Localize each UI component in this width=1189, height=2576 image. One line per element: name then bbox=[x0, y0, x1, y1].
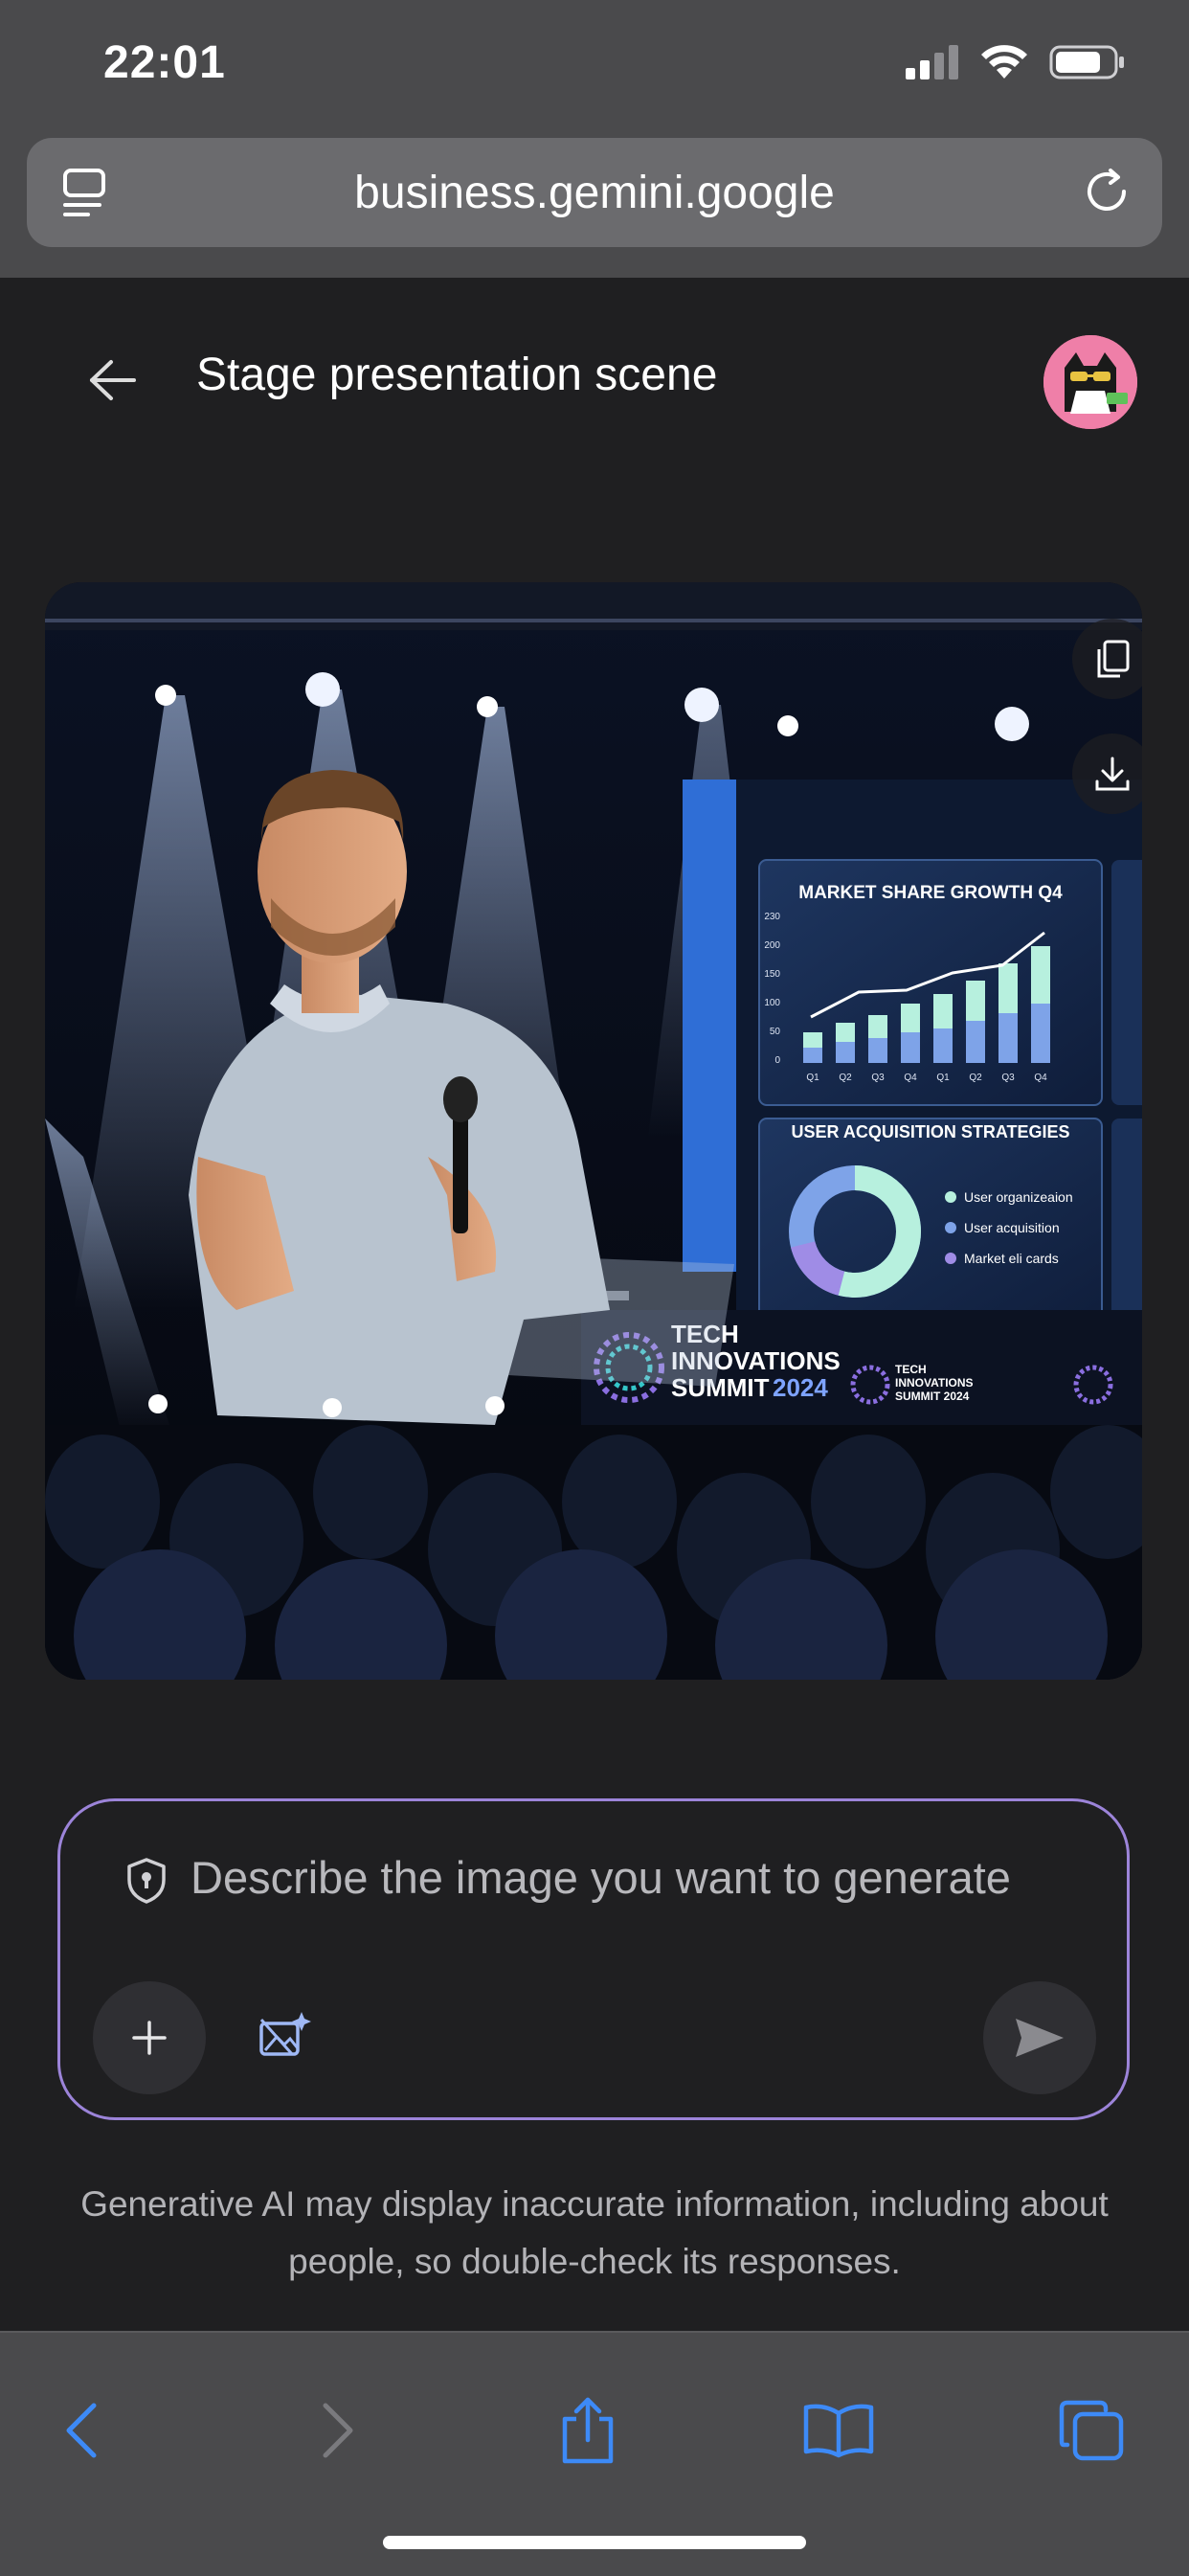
status-bar: 22:01 bbox=[0, 0, 1189, 134]
download-icon bbox=[1095, 757, 1130, 791]
chevron-left-icon bbox=[66, 2403, 97, 2458]
chart1-xtick: Q2 bbox=[839, 1073, 852, 1083]
address-bar[interactable]: business.gemini.google bbox=[27, 138, 1162, 247]
generated-image[interactable]: MARKET SHARE GROWTH Q4 230 200 150 100 5… bbox=[45, 582, 1142, 1680]
chart1-xtick: Q4 bbox=[904, 1073, 917, 1083]
chart2-title: USER ACQUISITION STRATEGIES bbox=[791, 1122, 1069, 1141]
chart1-ytick: 150 bbox=[764, 969, 780, 980]
plus-icon bbox=[132, 2021, 167, 2055]
chart1-ytick: 100 bbox=[764, 998, 780, 1008]
small-logo-line1: TECH bbox=[895, 1363, 927, 1376]
chart1-xtick: Q3 bbox=[871, 1073, 885, 1083]
battery-icon bbox=[1049, 45, 1124, 79]
chart1-xtick: Q1 bbox=[806, 1073, 819, 1083]
app-header: Stage presentation scene bbox=[0, 278, 1189, 479]
tabs-icon bbox=[1059, 2400, 1124, 2461]
chart1-xtick: Q1 bbox=[936, 1073, 950, 1083]
page-title: Stage presentation scene bbox=[196, 350, 718, 400]
share-icon bbox=[562, 2397, 614, 2464]
send-button[interactable] bbox=[983, 1981, 1096, 2094]
image-generation-icon[interactable] bbox=[258, 2010, 311, 2058]
chart1-ytick: 200 bbox=[764, 940, 780, 951]
chevron-right-icon bbox=[323, 2403, 353, 2458]
disclaimer-text: Generative AI may display inaccurate inf… bbox=[80, 2184, 1109, 2281]
legend-item: Market eli cards bbox=[964, 1251, 1059, 1266]
signal-icon bbox=[906, 45, 958, 79]
wifi-icon bbox=[981, 45, 1027, 79]
legend-item: User organizeaion bbox=[964, 1189, 1073, 1205]
legend-item: User acquisition bbox=[964, 1220, 1060, 1235]
status-icons bbox=[906, 44, 1126, 80]
copy-icon bbox=[1097, 640, 1130, 678]
cat-avatar-icon bbox=[1043, 335, 1137, 429]
add-attachment-button[interactable] bbox=[93, 1981, 206, 2094]
browser-address-area: business.gemini.google bbox=[0, 134, 1189, 278]
chart1-ytick: 50 bbox=[770, 1027, 781, 1037]
small-logo-line3: SUMMIT 2024 bbox=[895, 1390, 970, 1403]
home-indicator bbox=[383, 2536, 806, 2549]
chart1-xtick: Q3 bbox=[1001, 1073, 1015, 1083]
reload-icon[interactable] bbox=[1080, 165, 1133, 218]
prompt-placeholder[interactable]: Describe the image you want to generate bbox=[191, 1851, 1011, 1904]
event-year: 2024 bbox=[773, 1373, 828, 1402]
book-icon bbox=[803, 2404, 874, 2458]
avatar[interactable] bbox=[1043, 335, 1137, 429]
chart1-ytick: 0 bbox=[774, 1055, 780, 1066]
tabs-button[interactable] bbox=[1043, 2383, 1139, 2478]
url-text[interactable]: business.gemini.google bbox=[27, 167, 1162, 219]
chart1-xtick: Q4 bbox=[1034, 1073, 1047, 1083]
prompt-input-box[interactable]: Describe the image you want to generate bbox=[57, 1798, 1130, 2120]
small-logo-line2: INNOVATIONS bbox=[895, 1376, 974, 1390]
status-time: 22:01 bbox=[103, 37, 226, 88]
share-button[interactable] bbox=[540, 2383, 636, 2478]
chart1-title: MARKET SHARE GROWTH Q4 bbox=[798, 883, 1063, 903]
shield-icon bbox=[127, 1858, 166, 1904]
stage-presentation-image: MARKET SHARE GROWTH Q4 230 200 150 100 5… bbox=[45, 582, 1142, 1680]
bookmarks-button[interactable] bbox=[791, 2383, 886, 2478]
back-arrow-icon[interactable] bbox=[88, 358, 138, 402]
send-icon bbox=[1016, 2019, 1064, 2057]
chart1-xtick: Q2 bbox=[969, 1073, 982, 1083]
browser-back-button[interactable] bbox=[34, 2383, 130, 2478]
browser-forward-button[interactable] bbox=[289, 2383, 385, 2478]
chart1-ytick: 230 bbox=[764, 912, 780, 922]
